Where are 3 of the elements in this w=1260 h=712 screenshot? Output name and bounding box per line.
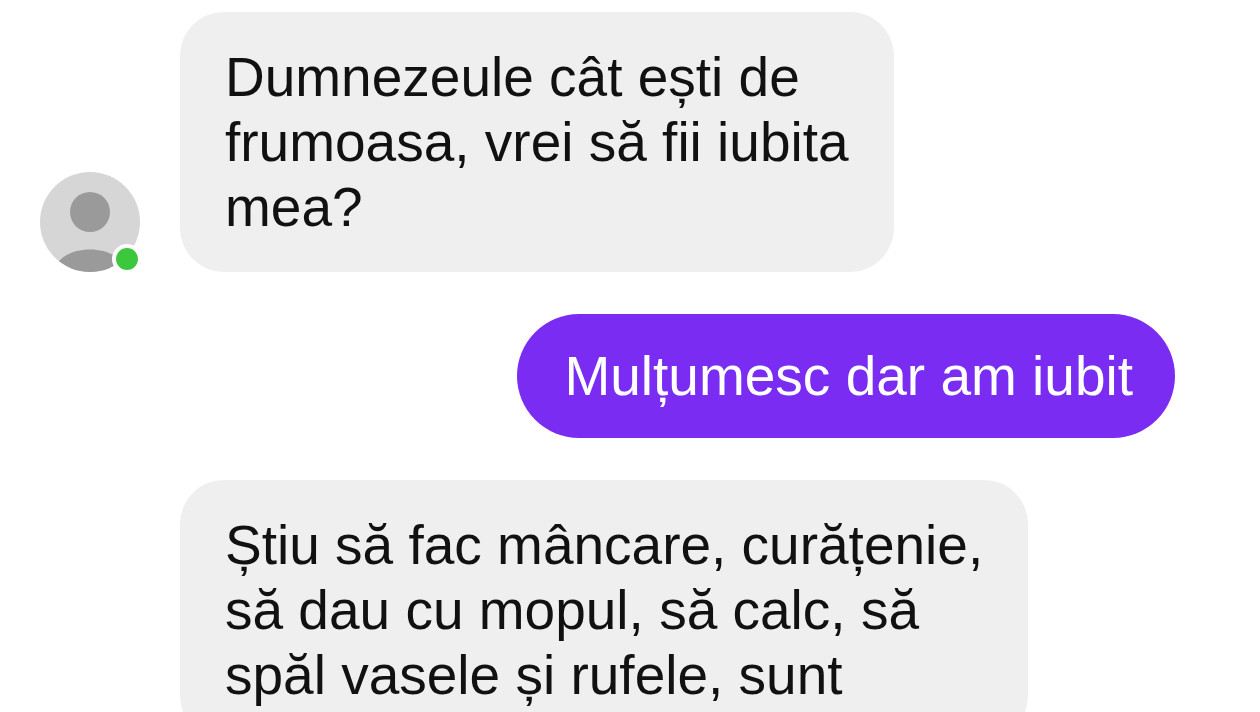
sent-message: Mulțumesc dar am iubit bbox=[517, 314, 1175, 438]
received-message: Dumnezeule cât ești de frumoasa, vrei să fii iubita mea? bbox=[180, 12, 894, 272]
received-message: Știu să fac mâncare, curățenie, să dau cu mopul, să calc, să spăl vasele și rufele, sunt bbox=[180, 480, 1029, 712]
